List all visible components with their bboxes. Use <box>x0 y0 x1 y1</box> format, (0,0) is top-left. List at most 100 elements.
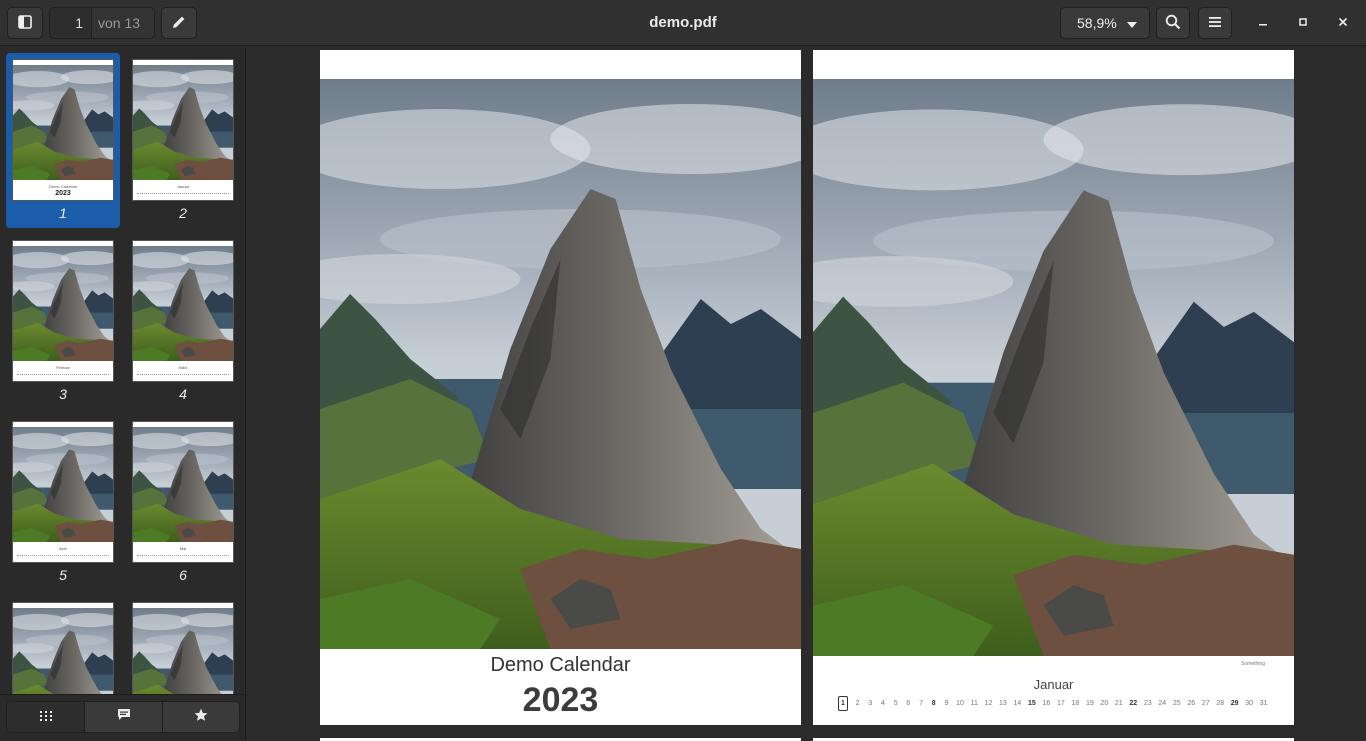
thumbnail-label: 1 <box>59 205 67 221</box>
calendar-day: 26 <box>1187 699 1196 707</box>
thumbnail-label: 5 <box>59 567 67 583</box>
thumbnail-day-strip <box>137 193 229 195</box>
document-title: demo.pdf <box>649 14 717 31</box>
calendar-day: 8 <box>931 699 936 707</box>
calendar-day: 1 <box>838 695 848 711</box>
bookmarks-tab[interactable] <box>162 701 240 733</box>
thumbnail-page-2[interactable]: Januar 2 <box>126 53 240 228</box>
annotate-button[interactable] <box>161 7 197 39</box>
page-total-label: von 13 <box>92 8 154 38</box>
calendar-day: 29 <box>1230 699 1239 707</box>
calendar-day: 20 <box>1100 699 1109 707</box>
landscape-image <box>133 427 233 542</box>
pdf-page-1: Demo Calendar 2023 <box>320 50 801 725</box>
close-button[interactable] <box>1332 12 1354 34</box>
close-icon <box>1338 14 1348 32</box>
calendar-day: 11 <box>970 699 978 707</box>
sidebar-view-switcher <box>0 694 245 741</box>
calendar-day: 7 <box>919 699 923 707</box>
thumbnail-day-strip <box>137 555 229 557</box>
pdf-page-2: Something Januar 1 2 3 4 5 6 7 8 9 10 11 12 13 14 15 16… <box>813 50 1294 725</box>
thumbnail-caption: März <box>178 365 188 370</box>
landscape-photo <box>813 79 1294 656</box>
thumbnail-image: April <box>12 421 114 563</box>
calendar-day: 31 <box>1259 699 1268 707</box>
calendar-day: 17 <box>1056 699 1065 707</box>
calendar-year: 2023 <box>522 681 599 719</box>
calendar-day: 19 <box>1085 699 1094 707</box>
landscape-image <box>133 65 233 180</box>
landscape-image <box>133 246 233 361</box>
calendar-day: 9 <box>944 699 949 707</box>
sidebar-icon <box>18 14 32 32</box>
calendar-day: 10 <box>956 699 964 707</box>
chevron-down-icon <box>1127 15 1137 31</box>
pencil-icon <box>171 14 187 33</box>
thumbnail-caption: Januar <box>176 184 190 189</box>
search-icon <box>1165 14 1181 33</box>
header-bar: 1 von 13 demo.pdf 58,9% <box>0 0 1366 46</box>
thumbnail-label: 4 <box>179 386 187 402</box>
thumbnail-page-6[interactable]: Mai 6 <box>126 415 240 590</box>
thumbnail-year: 2023 <box>55 190 71 197</box>
maximize-button[interactable] <box>1292 12 1314 34</box>
main-menu-button[interactable] <box>1198 7 1232 39</box>
zoom-dropdown[interactable]: 58,9% <box>1060 7 1150 39</box>
month-title: Januar <box>1033 677 1074 692</box>
thumbnail-page-3[interactable]: Februar 3 <box>6 234 120 409</box>
calendar-day: 6 <box>906 699 911 707</box>
calendar-day: 22 <box>1129 699 1138 707</box>
calendar-day: 2 <box>855 699 860 707</box>
thumbnail-page-5[interactable]: April 5 <box>6 415 120 590</box>
document-view[interactable]: Demo Calendar 2023 Something Januar 1234… <box>247 47 1366 741</box>
calendar-title: Demo Calendar <box>490 654 631 676</box>
calendar-day: 23 <box>1143 699 1152 707</box>
calendar-day: 30 <box>1245 699 1254 707</box>
calendar-day: 18 <box>1071 699 1080 707</box>
calendar-day: 3 <box>868 699 873 707</box>
zoom-level: 58,9% <box>1077 15 1117 31</box>
thumbnail-image: Mai <box>132 421 234 563</box>
thumbnail-image: Demo Calendar 2023 <box>12 59 114 201</box>
thumbnail-image: März <box>132 240 234 382</box>
calendar-day: 4 <box>881 699 885 707</box>
comment-icon <box>117 708 131 726</box>
calendar-day: 21 <box>1114 699 1123 707</box>
thumbnail-caption: Demo Calendar <box>48 184 77 189</box>
thumbnail-caption: April <box>58 546 67 551</box>
calendar-day: 13 <box>999 699 1007 707</box>
page-number-input[interactable]: 1 <box>50 8 92 38</box>
thumbnail-sidebar: Demo Calendar 2023 1 Januar 2 Februar 3 … <box>0 47 246 741</box>
photo-credit: Something <box>1241 661 1265 667</box>
thumbnail-image: Februar <box>12 240 114 382</box>
page-navigation: 1 von 13 <box>49 7 155 39</box>
hamburger-menu-icon <box>1208 15 1222 31</box>
landscape-image <box>13 246 113 361</box>
thumbnail-day-strip <box>17 374 109 376</box>
grid-icon <box>39 708 52 726</box>
star-icon <box>194 708 208 727</box>
sidebar-toggle-button[interactable] <box>7 7 43 39</box>
thumbnail-image: Januar <box>132 59 234 201</box>
thumbnail-page-1[interactable]: Demo Calendar 2023 1 <box>6 53 120 228</box>
calendar-day: 24 <box>1158 699 1167 707</box>
thumbnail-day-strip <box>137 374 229 376</box>
landscape-photo <box>320 79 801 649</box>
calendar-day: 28 <box>1216 699 1225 707</box>
calendar-day: 15 <box>1028 699 1036 707</box>
thumbnail-label: 6 <box>179 567 187 583</box>
day-strip: 1 2 3 4 5 6 7 8 9 10 11 12 13 14 15 16 17 18 19 20 21 22 23 24 2… <box>838 695 1268 711</box>
landscape-image <box>13 427 113 542</box>
search-button[interactable] <box>1156 7 1190 39</box>
minimize-button[interactable] <box>1252 12 1274 34</box>
landscape-image <box>13 65 113 180</box>
calendar-day: 25 <box>1172 699 1181 707</box>
calendar-day: 27 <box>1201 699 1210 707</box>
calendar-day: 12 <box>984 699 993 707</box>
thumbnails-tab[interactable] <box>6 701 85 733</box>
thumbnail-page-4[interactable]: März 4 <box>126 234 240 409</box>
annotations-tab[interactable] <box>84 701 163 733</box>
thumbnail-caption: Februar <box>55 365 70 370</box>
minimize-icon <box>1258 14 1268 32</box>
calendar-day: 5 <box>893 699 898 707</box>
